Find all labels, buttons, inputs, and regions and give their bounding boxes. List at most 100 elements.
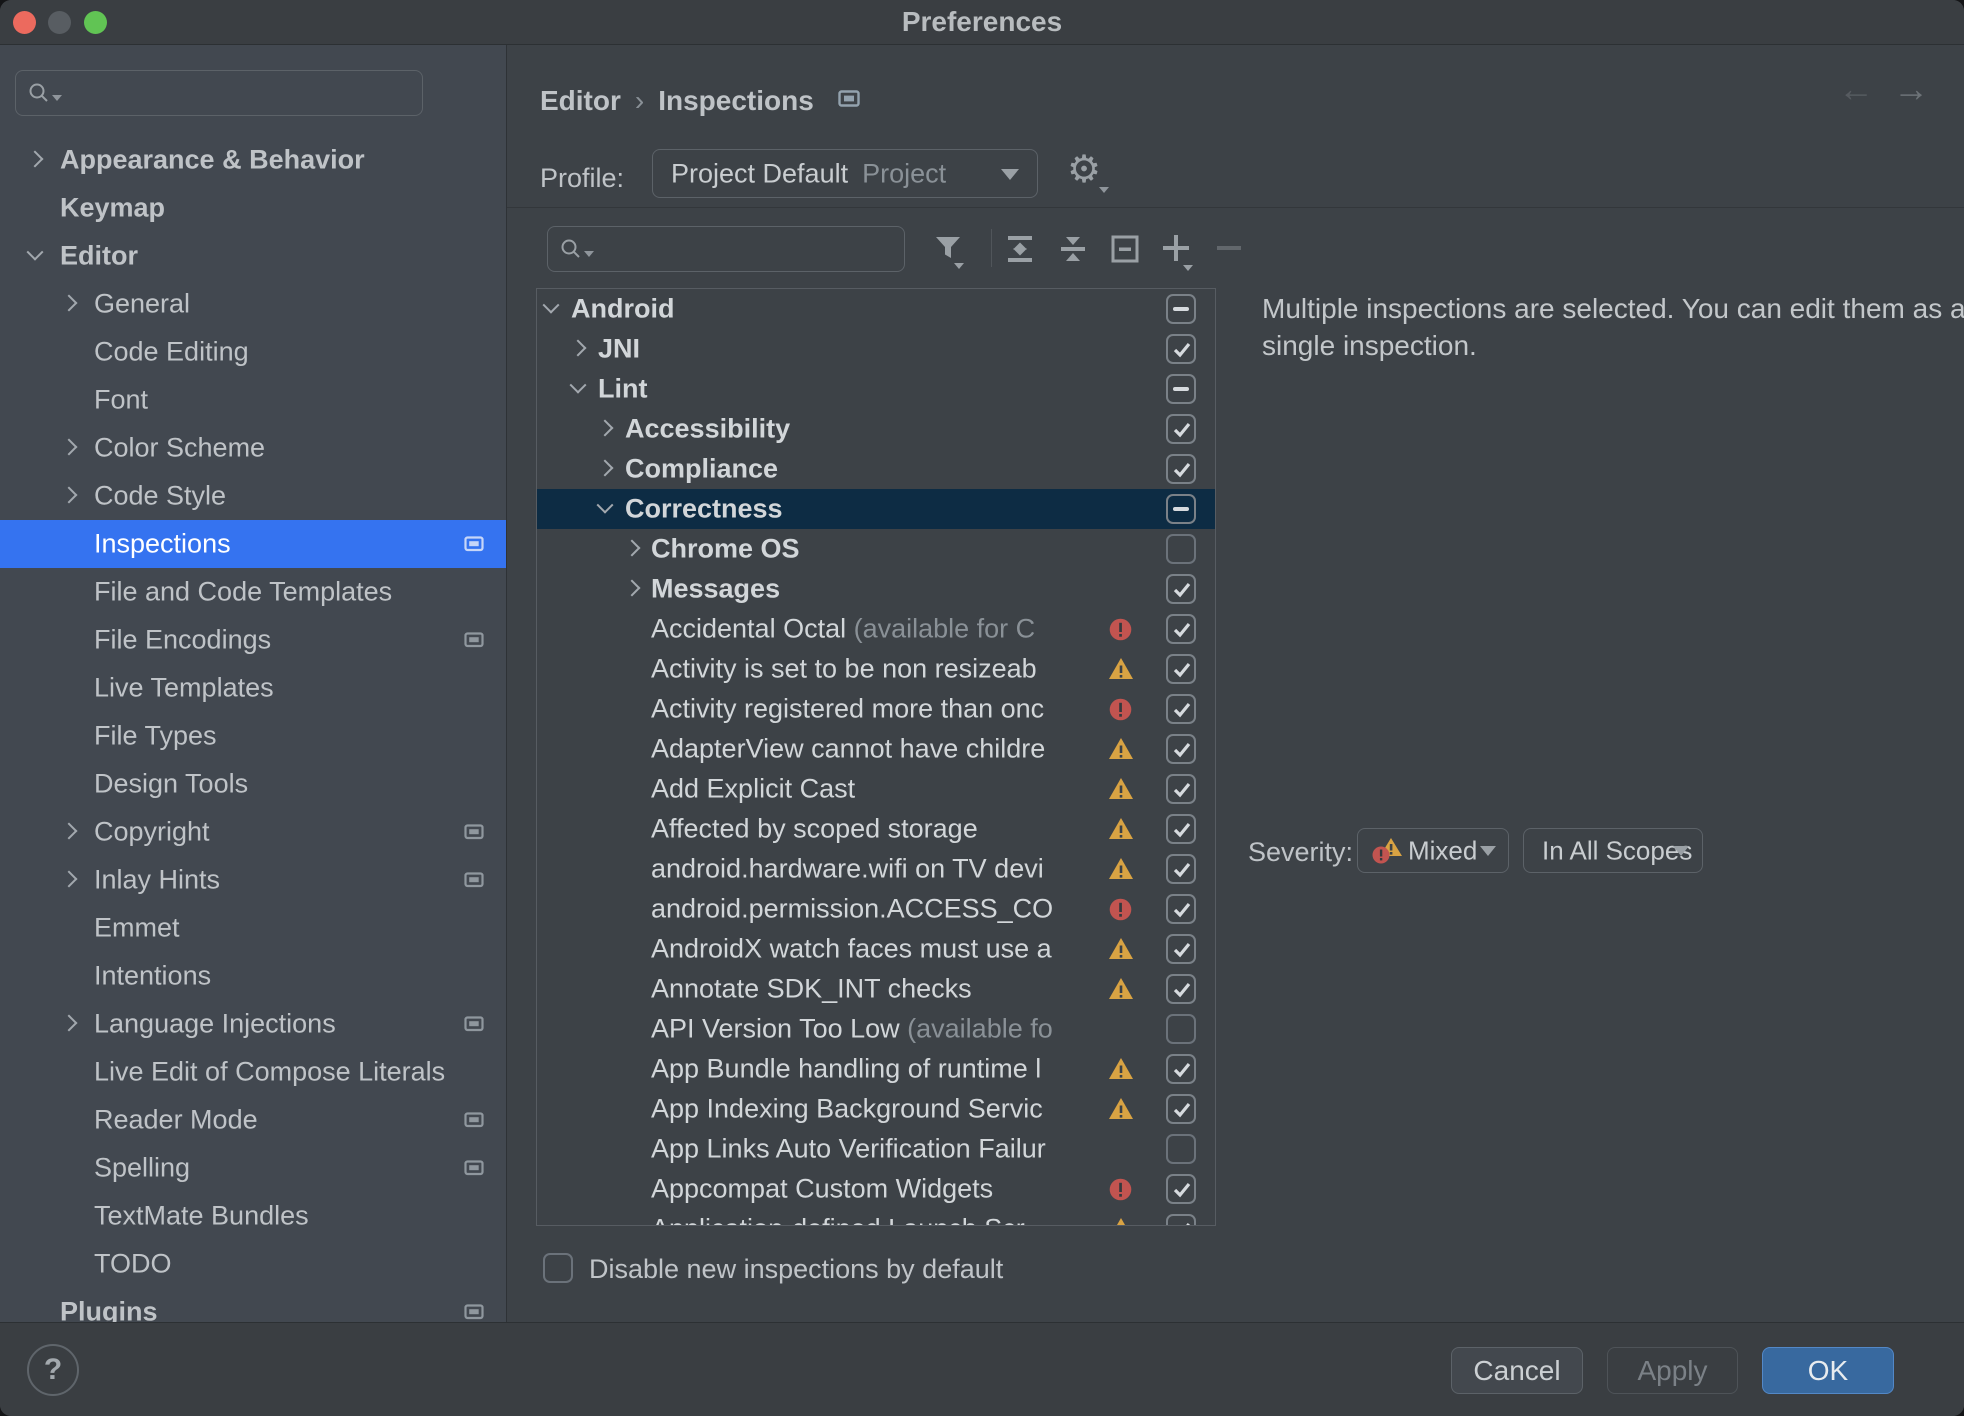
checkbox-checked[interactable] — [1166, 614, 1196, 644]
tree-item-chrome-os[interactable]: Chrome OS — [537, 529, 1215, 569]
checkbox-checked[interactable] — [1166, 1174, 1196, 1204]
sidebar-item-copyright[interactable]: Copyright — [0, 808, 506, 856]
checkbox-checked[interactable] — [1166, 734, 1196, 764]
apply-button[interactable]: Apply — [1607, 1347, 1738, 1394]
tree-item-api-version-too-low[interactable]: API Version Too Low (available fo — [537, 1009, 1215, 1049]
search-options-caret-icon[interactable] — [584, 251, 594, 257]
tree-item-android-hardware-wifi-on-tv-devi[interactable]: android.hardware.wifi on TV devi — [537, 849, 1215, 889]
checkbox-indeterminate[interactable] — [1166, 374, 1196, 404]
sidebar-item-live-templates[interactable]: Live Templates — [0, 664, 506, 712]
remove-inspection-icon[interactable] — [1214, 233, 1244, 265]
chevron-down-icon[interactable] — [596, 496, 614, 515]
sidebar-item-code-editing[interactable]: Code Editing — [0, 328, 506, 376]
sidebar-item-keymap[interactable]: Keymap — [0, 184, 506, 232]
profile-dropdown[interactable]: Project Default Project — [652, 149, 1038, 198]
tree-item-lint[interactable]: Lint — [537, 369, 1215, 409]
sidebar-item-editor[interactable]: Editor — [0, 232, 506, 280]
chevron-right-icon[interactable] — [623, 539, 641, 557]
search-options-caret-icon[interactable] — [52, 95, 62, 101]
inspections-search-input[interactable] — [547, 226, 905, 272]
checkbox-checked[interactable] — [1166, 1054, 1196, 1084]
checkbox-checked[interactable] — [1166, 334, 1196, 364]
forward-icon[interactable]: → — [1893, 71, 1929, 107]
tree-item-android[interactable]: Android — [537, 289, 1215, 329]
add-inspection-icon[interactable] — [1160, 233, 1196, 273]
chevron-down-icon[interactable] — [26, 243, 44, 262]
chevron-down-icon[interactable] — [542, 296, 560, 315]
tree-item-android-permission-access-co[interactable]: android.permission.ACCESS_CO — [537, 889, 1215, 929]
sidebar-item-inlay-hints[interactable]: Inlay Hints — [0, 856, 506, 904]
sidebar-item-code-style[interactable]: Code Style — [0, 472, 506, 520]
tree-item-messages[interactable]: Messages — [537, 569, 1215, 609]
cancel-button[interactable]: Cancel — [1451, 1347, 1583, 1394]
checkbox-checked[interactable] — [1166, 974, 1196, 1004]
sidebar-item-live-edit-of-compose-literals[interactable]: Live Edit of Compose Literals — [0, 1048, 506, 1096]
profile-gear-icon[interactable]: ⚙ — [1067, 147, 1101, 192]
filter-funnel-icon[interactable] — [932, 233, 966, 273]
checkbox-unchecked[interactable] — [1166, 1014, 1196, 1044]
collapse-all-icon[interactable] — [1058, 233, 1088, 265]
sidebar-item-file-types[interactable]: File Types — [0, 712, 506, 760]
checkbox-checked[interactable] — [1166, 774, 1196, 804]
chevron-right-icon[interactable] — [26, 150, 44, 168]
tree-item-affected-by-scoped-storage[interactable]: Affected by scoped storage — [537, 809, 1215, 849]
checkbox-checked[interactable] — [1166, 934, 1196, 964]
breadcrumb-editor[interactable]: Editor — [540, 85, 621, 116]
sidebar-item-file-encodings[interactable]: File Encodings — [0, 616, 506, 664]
tree-item-jni[interactable]: JNI — [537, 329, 1215, 369]
tree-item-application-defined-launch-scr[interactable]: Application-defined Launch Scr — [537, 1209, 1215, 1225]
tree-item-adapterview-cannot-have-childre[interactable]: AdapterView cannot have childre — [537, 729, 1215, 769]
sidebar-item-plugins[interactable]: Plugins — [0, 1288, 506, 1322]
sidebar-item-todo[interactable]: TODO — [0, 1240, 506, 1288]
sidebar-item-spelling[interactable]: Spelling — [0, 1144, 506, 1192]
checkbox-indeterminate[interactable] — [1166, 494, 1196, 524]
sidebar-search-input[interactable] — [15, 70, 423, 116]
chevron-right-icon[interactable] — [623, 579, 641, 597]
checkbox-checked[interactable] — [1166, 454, 1196, 484]
sidebar-item-appearance-behavior[interactable]: Appearance & Behavior — [0, 136, 506, 184]
checkbox-checked[interactable] — [1166, 574, 1196, 604]
back-icon[interactable]: ← — [1838, 71, 1874, 107]
sidebar-item-color-scheme[interactable]: Color Scheme — [0, 424, 506, 472]
sidebar-item-reader-mode[interactable]: Reader Mode — [0, 1096, 506, 1144]
chevron-right-icon[interactable] — [596, 459, 614, 477]
sidebar-item-language-injections[interactable]: Language Injections — [0, 1000, 506, 1048]
tree-item-activity-is-set-to-be-non-resizeab[interactable]: Activity is set to be non resizeab — [537, 649, 1215, 689]
sidebar-item-intentions[interactable]: Intentions — [0, 952, 506, 1000]
chevron-right-icon[interactable] — [569, 339, 587, 357]
tree-item-accidental-octal[interactable]: Accidental Octal (available for C — [537, 609, 1215, 649]
tree-item-correctness[interactable]: Correctness — [537, 489, 1215, 529]
severity-dropdown[interactable]: Mixed — [1357, 828, 1509, 873]
checkbox-unchecked[interactable] — [1166, 534, 1196, 564]
sidebar-item-emmet[interactable]: Emmet — [0, 904, 506, 952]
chevron-right-icon[interactable] — [60, 870, 78, 888]
expand-all-icon[interactable] — [1005, 233, 1035, 265]
sidebar-item-general[interactable]: General — [0, 280, 506, 328]
chevron-right-icon[interactable] — [60, 294, 78, 312]
chevron-down-icon[interactable] — [569, 376, 587, 395]
tree-item-app-links-auto-verification-failur[interactable]: App Links Auto Verification Failur — [537, 1129, 1215, 1169]
checkbox-checked[interactable] — [1166, 694, 1196, 724]
sidebar-item-inspections[interactable]: Inspections — [0, 520, 506, 568]
chevron-right-icon[interactable] — [60, 822, 78, 840]
disable-new-inspections-checkbox[interactable] — [543, 1253, 573, 1283]
chevron-right-icon[interactable] — [596, 419, 614, 437]
checkbox-indeterminate[interactable] — [1166, 294, 1196, 324]
checkbox-checked[interactable] — [1166, 814, 1196, 844]
tree-item-appcompat-custom-widgets[interactable]: Appcompat Custom Widgets — [537, 1169, 1215, 1209]
checkbox-checked[interactable] — [1166, 654, 1196, 684]
tree-item-app-bundle-handling-of-runtime-l[interactable]: App Bundle handling of runtime l — [537, 1049, 1215, 1089]
chevron-right-icon[interactable] — [60, 486, 78, 504]
sidebar-item-file-and-code-templates[interactable]: File and Code Templates — [0, 568, 506, 616]
tree-item-add-explicit-cast[interactable]: Add Explicit Cast — [537, 769, 1215, 809]
chevron-right-icon[interactable] — [60, 438, 78, 456]
checkbox-checked[interactable] — [1166, 1214, 1196, 1225]
checkbox-checked[interactable] — [1166, 854, 1196, 884]
tree-item-compliance[interactable]: Compliance — [537, 449, 1215, 489]
checkbox-checked[interactable] — [1166, 414, 1196, 444]
checkbox-checked[interactable] — [1166, 894, 1196, 924]
tree-item-activity-registered-more-than-onc[interactable]: Activity registered more than onc — [537, 689, 1215, 729]
checkbox-unchecked[interactable] — [1166, 1134, 1196, 1164]
sidebar-item-font[interactable]: Font — [0, 376, 506, 424]
reset-inspection-icon[interactable] — [1109, 233, 1141, 265]
